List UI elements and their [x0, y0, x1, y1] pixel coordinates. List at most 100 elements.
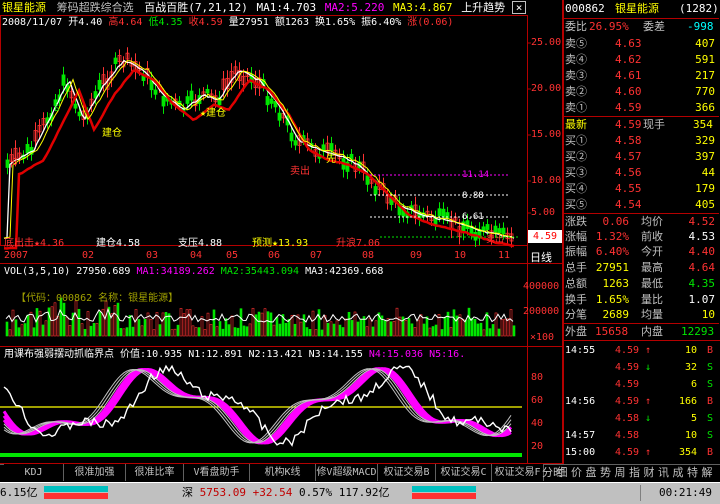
- volume-bar: [284, 322, 288, 337]
- volume-bar: [509, 309, 513, 337]
- time-label: 08: [362, 250, 375, 261]
- stat-value: 1.07: [688, 292, 716, 306]
- buy-row[interactable]: 买② 4.57 397: [563, 149, 719, 164]
- volume-bar: [485, 312, 489, 337]
- stats-row: 振幅 6.40% 今开 4.40: [563, 244, 719, 259]
- volume-bar: [128, 315, 132, 337]
- candle-body: [153, 89, 158, 95]
- right-view-tab[interactable]: 盘: [586, 464, 597, 481]
- volume-bar: [275, 316, 279, 337]
- right-view-tab[interactable]: 财: [644, 464, 655, 481]
- volume-bar: [260, 312, 264, 337]
- tick-volume: 166: [678, 396, 697, 407]
- right-view-tab[interactable]: 周: [615, 464, 626, 481]
- volume-bar: [32, 327, 36, 337]
- volume-bar: [167, 313, 171, 337]
- volume-bar: [116, 302, 120, 337]
- sell-row[interactable]: 卖④ 4.62 591: [563, 52, 719, 67]
- volume-bar: [317, 309, 321, 337]
- volume-bar: [440, 329, 444, 337]
- right-view-tab[interactable]: 特: [687, 464, 698, 481]
- indicator-tab[interactable]: V看盘助手: [184, 464, 250, 481]
- close-icon[interactable]: ×: [512, 1, 526, 14]
- indicator-tab[interactable]: 权证交易F: [492, 464, 544, 481]
- volume-bar: [92, 323, 96, 337]
- sell-label: 卖⑤: [565, 37, 587, 50]
- tick-row: 4.59 ↓ 32 S: [563, 360, 719, 376]
- volume-bar: [83, 329, 87, 337]
- stat-label: 最低: [641, 276, 663, 290]
- right-view-tab[interactable]: 讯: [658, 464, 669, 481]
- tick-time: 14:55: [565, 345, 596, 356]
- indicator-tab[interactable]: 很准比率: [126, 464, 184, 481]
- sell-row[interactable]: 卖② 4.60 770: [563, 84, 719, 99]
- indicator-tab[interactable]: 机构K线: [250, 464, 316, 481]
- period-tab-daily[interactable]: 日线: [530, 249, 552, 265]
- status-progress-b: [44, 493, 108, 499]
- buy-row[interactable]: 买④ 4.55 179: [563, 181, 719, 196]
- candle-body: [25, 144, 30, 154]
- main-chart-frame: [0, 15, 528, 246]
- sell-row[interactable]: 卖⑤ 4.63 407: [563, 36, 719, 51]
- time-label: 04: [190, 250, 203, 261]
- right-view-tab[interactable]: 细: [557, 464, 568, 481]
- time-label: 11: [498, 250, 511, 261]
- volume-bar: [329, 321, 333, 337]
- sell-row[interactable]: 卖③ 4.61 217: [563, 68, 719, 83]
- volume-bar: [416, 319, 420, 337]
- volume-bar: [62, 302, 66, 337]
- sell-volume: 366: [695, 101, 715, 114]
- volume-bar: [203, 329, 207, 337]
- ohlc-open: 开4.40: [68, 17, 103, 28]
- volume-bar: [374, 320, 378, 337]
- vol-axis-unit: ×100: [530, 332, 555, 343]
- kdj-n5: N5:16.: [429, 349, 466, 360]
- volume-bar: [74, 300, 78, 337]
- volume-bar: [383, 320, 387, 337]
- level-label-2: 8.88: [462, 191, 484, 201]
- current-price-tag: 4.59: [528, 230, 562, 243]
- exit-marker: 卖出: [290, 166, 310, 177]
- volume-bar: [269, 312, 273, 337]
- buy-label: 买①: [565, 134, 587, 147]
- right-view-tab[interactable]: 价: [571, 464, 582, 481]
- chart-area[interactable]: [0, 0, 563, 464]
- status-progress-c: [412, 486, 476, 492]
- tick-volume: 354: [678, 447, 697, 458]
- volume-bar: [233, 327, 237, 337]
- tick-side: S: [706, 379, 713, 390]
- shen-index-display: 深 5753.09 +32.54 0.57% 117.92亿: [182, 485, 389, 501]
- volume-bar: [389, 321, 393, 337]
- volume-bar: [113, 305, 117, 337]
- indicator-tab[interactable]: 权证交易B: [378, 464, 436, 481]
- indicator-tab[interactable]: KDJ: [4, 464, 64, 481]
- volume-bar: [188, 309, 192, 337]
- price-label-5: 5.00: [531, 207, 556, 218]
- right-view-tab[interactable]: 势: [600, 464, 611, 481]
- buy-row[interactable]: 买⑤ 4.54 405: [563, 197, 719, 212]
- current-label: 现手: [643, 118, 665, 131]
- indicator-tab[interactable]: 权证交易C: [436, 464, 492, 481]
- volume-bar: [311, 310, 315, 337]
- indicator-tab[interactable]: 很准加强: [64, 464, 126, 481]
- tick-direction-icon: ↑: [645, 345, 652, 356]
- candle-body: [441, 208, 446, 218]
- kdj-n2: N2:13.421: [248, 349, 303, 360]
- right-view-tab[interactable]: 解: [702, 464, 713, 481]
- volume-bar: [341, 327, 345, 337]
- shen-pct: 0.57%: [298, 486, 333, 499]
- buy-label: 买②: [565, 150, 587, 163]
- volume-bar: [461, 318, 465, 337]
- right-view-tab[interactable]: 成: [673, 464, 684, 481]
- buy-row[interactable]: 买③ 4.56 44: [563, 165, 719, 180]
- sell-row[interactable]: 卖① 4.59 366: [563, 100, 719, 115]
- candle-body: [73, 103, 78, 109]
- buy-row[interactable]: 买① 4.58 329: [563, 133, 719, 148]
- buy-price: 4.55: [615, 182, 642, 195]
- right-view-tab[interactable]: 指: [629, 464, 640, 481]
- indicator-name: 百战百胜(7,21,12): [144, 1, 248, 14]
- volume-bar: [308, 329, 312, 337]
- indicator-tab[interactable]: 修V超级MACD: [316, 464, 378, 481]
- shen-amount: 117.92亿: [338, 486, 390, 499]
- window-title: 筹码超跌综合选: [56, 1, 134, 14]
